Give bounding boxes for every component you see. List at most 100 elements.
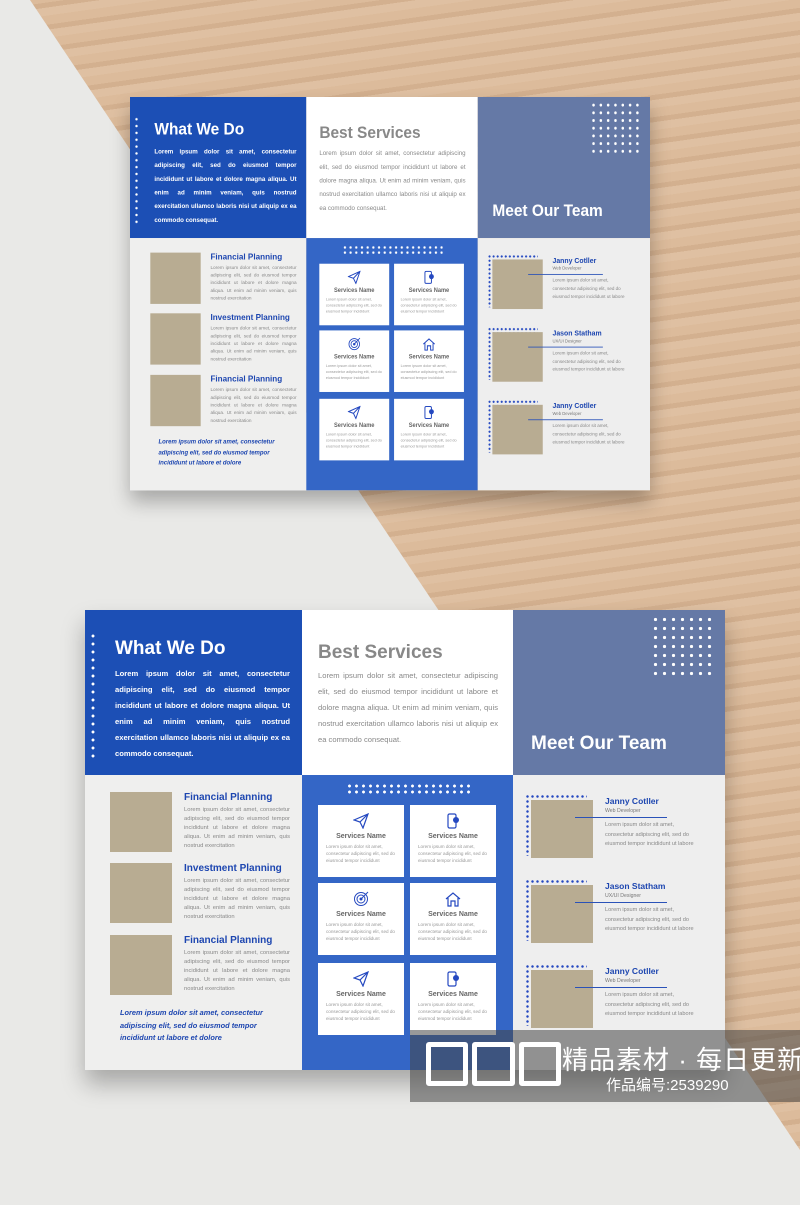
home-icon: [410, 891, 496, 907]
what-we-do-title: What We Do: [154, 120, 245, 139]
panel-what-we-do: What We Do Lorem ipsum dolor sit amet, c…: [130, 97, 307, 239]
dots-decoration: [342, 244, 443, 256]
dots-decoration: [589, 101, 642, 156]
divider: [528, 419, 603, 421]
watermark-logo: [426, 1042, 561, 1086]
service-card: Services Name Lorem ipsum dolor sit amet…: [394, 398, 464, 461]
service-name: Services Name: [408, 287, 450, 294]
planning-text: Lorem ipsum dolor sit amet, consectetur …: [184, 807, 290, 849]
photo-placeholder: [150, 374, 201, 427]
member-text: Lorem ipsum dolor sit amet, consectetur …: [605, 822, 694, 847]
service-name: Services Name: [334, 287, 375, 294]
divider: [575, 987, 667, 988]
member-photo: [492, 259, 543, 310]
phone-icon: [410, 813, 496, 829]
service-name: Services Name: [408, 354, 450, 361]
paper-plane-icon: [319, 405, 389, 420]
target-icon: [319, 337, 389, 351]
service-card: Services Name Lorem ipsum dolor sit amet…: [318, 963, 404, 1035]
planning-title: Investment Planning: [210, 313, 290, 323]
member-name: Jason Statham: [552, 328, 602, 338]
photo-placeholder: [110, 792, 172, 852]
paper-plane-icon: [318, 971, 404, 987]
target-icon: [318, 891, 404, 907]
team-title: Meet Our Team: [492, 202, 603, 221]
member-text: Lorem ipsum dolor sit amet, consectetur …: [605, 907, 694, 932]
service-text: Lorem ipsum dolor sit amet, consectetur …: [326, 922, 395, 941]
team-title: Meet Our Team: [531, 733, 667, 754]
paper-plane-icon: [318, 813, 404, 829]
panel-best-services: Best Services Lorem ipsum dolor sit amet…: [302, 610, 513, 775]
service-card: Services Name Lorem ipsum dolor sit amet…: [319, 398, 390, 461]
service-name: Services Name: [336, 833, 386, 840]
photo-placeholder: [110, 935, 172, 995]
phone-icon: [394, 270, 464, 285]
member-role: Web Developer: [605, 808, 641, 814]
member-role: UX/UI Designer: [605, 893, 642, 899]
divider: [575, 902, 667, 903]
what-we-do-text: Lorem ipsum dolor sit amet, consectetur …: [115, 669, 290, 758]
watermark-work-id: 作品编号:2539290: [606, 1077, 729, 1094]
dots-decoration: [91, 632, 95, 762]
member-role: Web Developer: [605, 978, 641, 984]
paper-plane-icon: [319, 270, 389, 285]
what-we-do-text: Lorem ipsum dolor sit amet, consectetur …: [154, 147, 297, 224]
planning-title: Financial Planning: [184, 935, 273, 946]
planning-footnote: Lorem ipsum dolor sit amet, consectetur …: [158, 437, 275, 467]
panel-team-cover: Meet Our Team: [513, 610, 725, 775]
service-text: Lorem ipsum dolor sit amet, consectetur …: [326, 1002, 395, 1021]
service-card: Services Name Lorem ipsum dolor sit amet…: [394, 263, 464, 326]
best-services-title: Best Services: [318, 642, 443, 663]
panel-planning: Financial Planning Lorem ipsum dolor sit…: [130, 238, 307, 491]
service-text: Lorem ipsum dolor sit amet, consectetur …: [418, 922, 487, 941]
photo-placeholder: [110, 863, 172, 923]
watermark-slogan: 精品素材 · 每日更新: [562, 1045, 800, 1075]
planning-footnote: Lorem ipsum dolor sit amet, consectetur …: [120, 1008, 263, 1042]
member-name: Janny Cotller: [552, 256, 597, 265]
dots-decoration: [651, 615, 715, 679]
service-card: Services Name Lorem ipsum dolor sit amet…: [318, 805, 404, 877]
planning-text: Lorem ipsum dolor sit amet, consectetur …: [210, 265, 297, 302]
member-photo: [492, 332, 543, 382]
dots-decoration: [134, 115, 139, 227]
photo-placeholder: [150, 252, 201, 304]
panel-planning: Financial Planning Lorem ipsum dolor sit…: [85, 775, 302, 1070]
planning-title: Financial Planning: [184, 792, 273, 803]
service-card: Services Name Lorem ipsum dolor sit amet…: [410, 883, 496, 955]
service-name: Services Name: [334, 422, 375, 429]
member-photo: [492, 404, 543, 455]
divider: [528, 346, 603, 348]
planning-title: Investment Planning: [184, 863, 282, 874]
service-name: Services Name: [428, 991, 478, 998]
planning-title: Financial Planning: [210, 374, 283, 385]
phone-icon: [394, 405, 464, 420]
panel-services: Services Name Lorem ipsum dolor sit amet…: [306, 238, 478, 491]
panel-team: Janny Cotller Web Developer Lorem ipsum …: [477, 238, 650, 491]
service-name: Services Name: [336, 911, 386, 918]
member-text: Lorem ipsum dolor sit amet, consectetur …: [605, 992, 694, 1017]
best-services-title: Best Services: [319, 124, 421, 143]
panel-best-services: Best Services Lorem ipsum dolor sit amet…: [306, 97, 478, 239]
service-card: Services Name Lorem ipsum dolor sit amet…: [410, 805, 496, 877]
panel-what-we-do: What We Do Lorem ipsum dolor sit amet, c…: [85, 610, 302, 775]
planning-title: Financial Planning: [210, 252, 283, 263]
planning-text: Lorem ipsum dolor sit amet, consectetur …: [184, 878, 290, 920]
member-role: UX/UI Designer: [552, 338, 582, 345]
member-photo: [531, 970, 593, 1028]
service-name: Services Name: [428, 911, 478, 918]
member-text: Lorem ipsum dolor sit amet, consectetur …: [552, 278, 625, 300]
service-card: Services Name Lorem ipsum dolor sit amet…: [410, 963, 496, 1035]
divider: [575, 817, 667, 818]
watermark-banner: 精品素材 · 每日更新 作品编号:2539290: [410, 1030, 800, 1102]
service-text: Lorem ipsum dolor sit amet, consectetur …: [325, 297, 382, 314]
member-text: Lorem ipsum dolor sit amet, consectetur …: [552, 423, 625, 445]
planning-text: Lorem ipsum dolor sit amet, consectetur …: [184, 950, 290, 992]
service-text: Lorem ipsum dolor sit amet, consectetur …: [325, 363, 382, 381]
service-name: Services Name: [336, 991, 386, 998]
service-text: Lorem ipsum dolor sit amet, consectetur …: [400, 297, 457, 314]
service-name: Services Name: [334, 354, 375, 361]
service-text: Lorem ipsum dolor sit amet, consectetur …: [326, 844, 395, 863]
service-card: Services Name Lorem ipsum dolor sit amet…: [319, 263, 390, 326]
member-name: Janny Cotller: [552, 401, 597, 410]
phone-icon: [410, 971, 496, 987]
